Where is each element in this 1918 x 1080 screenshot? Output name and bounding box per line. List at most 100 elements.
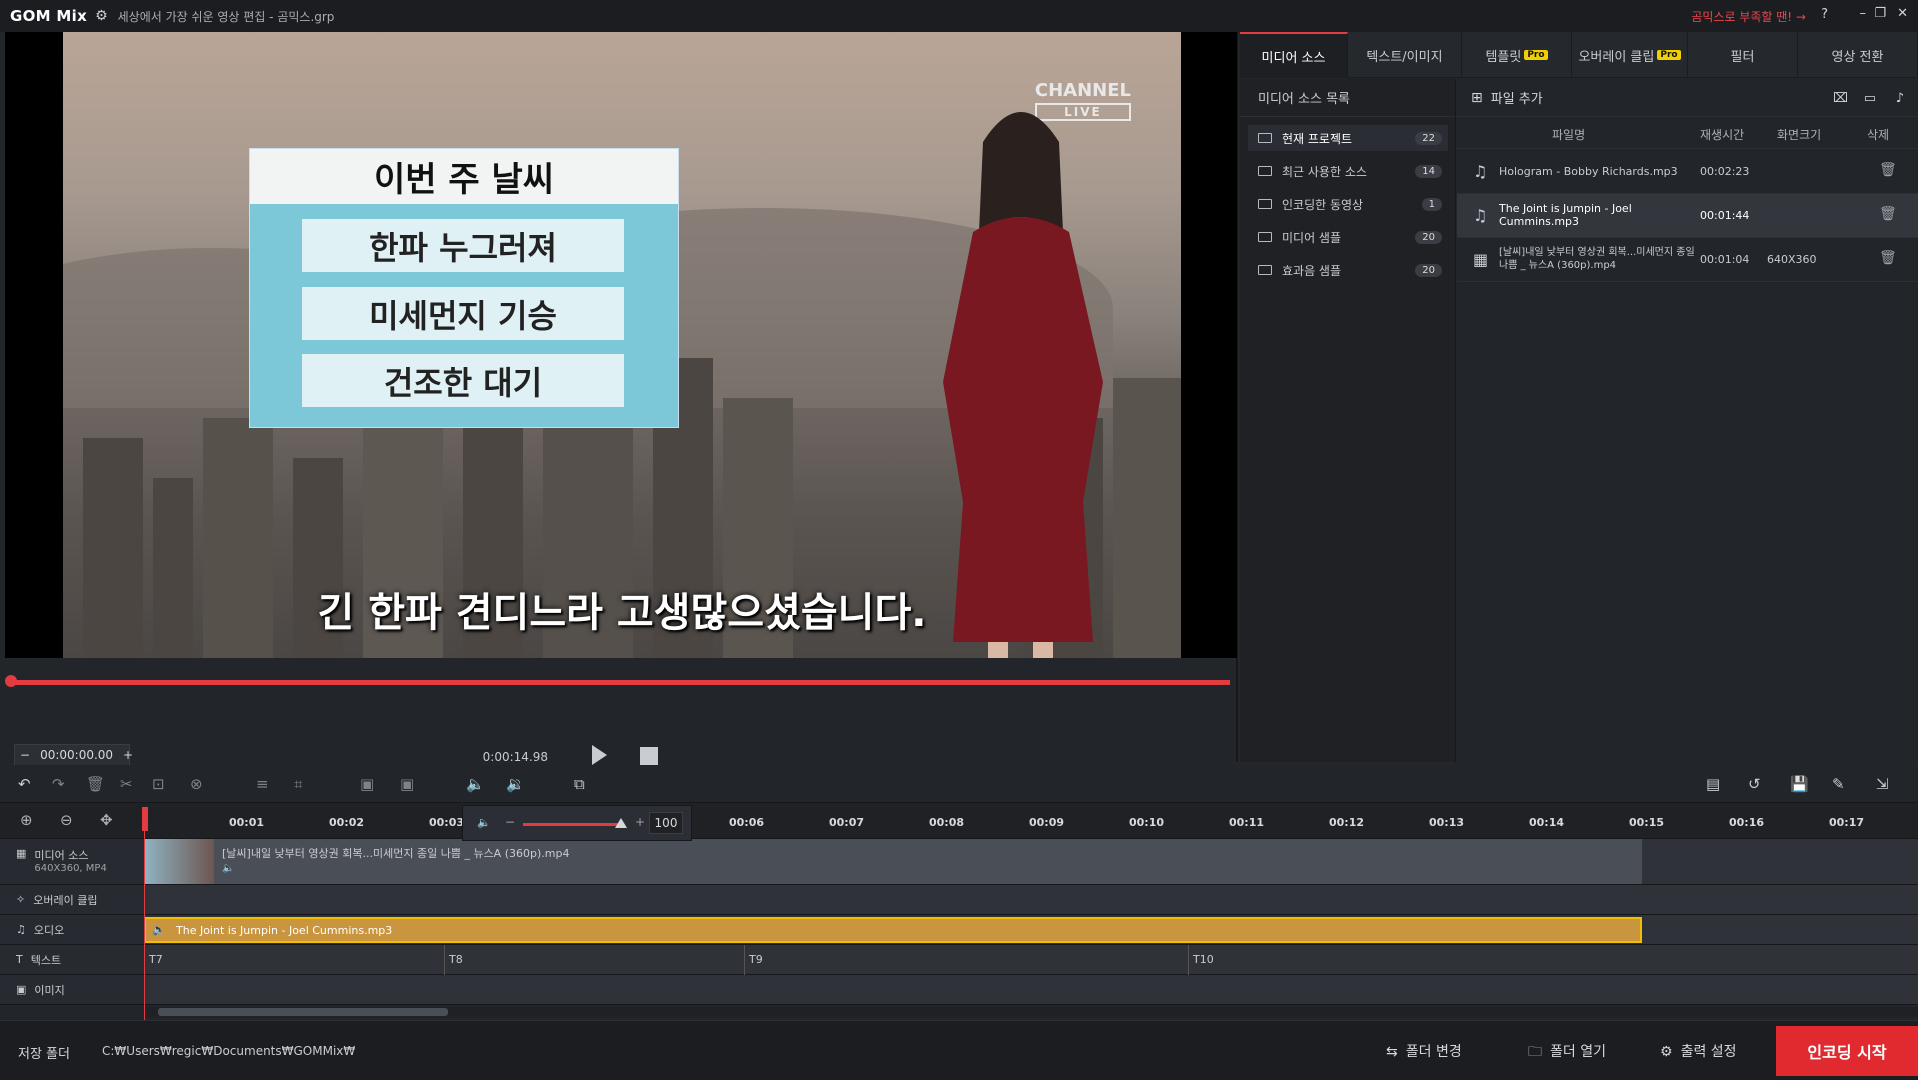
- folder-item[interactable]: 현재 프로젝트 22: [1248, 125, 1448, 151]
- ruler-tick: 00:09: [1029, 816, 1065, 829]
- seek-bar[interactable]: [8, 680, 1230, 685]
- timeline-ruler[interactable]: ⊕ ⊖ ✥ 00:01 00:02 00:03 00:06 00:07 00:0…: [0, 803, 1918, 839]
- video-filter-icon[interactable]: ⌧: [1833, 91, 1848, 106]
- screen-icon[interactable]: ⧉: [574, 775, 585, 793]
- tab-label: 영상 전환: [1831, 49, 1884, 65]
- folder-item[interactable]: 최근 사용한 소스 14: [1248, 158, 1448, 184]
- file-row[interactable]: ♫ The Joint is Jumpin - Joel Cummins.mp3…: [1457, 194, 1918, 238]
- volume-popup[interactable]: 🔈 − + 100: [462, 805, 692, 841]
- minus-icon[interactable]: −: [15, 748, 35, 762]
- tab-media-source[interactable]: 미디어 소스: [1240, 32, 1348, 78]
- output-settings-button[interactable]: ⚙ 출력 설정: [1660, 1041, 1737, 1061]
- weather-graphic: 이번 주 날씨 한파 누그러져 미세먼지 기승 건조한 대기: [249, 148, 679, 428]
- panel-tabs: 미디어 소스 텍스트/이미지 템플릿 Pro 오버레이 클립 Pro 필터 영상 전…: [1240, 32, 1918, 78]
- help-button[interactable]: ?: [1821, 7, 1828, 22]
- track-media[interactable]: [날씨]내일 낮부터 영상권 회복...미세먼지 종일 나쁨 _ 뉴스A (36…: [144, 839, 1918, 885]
- redo-icon[interactable]: ↷: [52, 775, 65, 793]
- image-filter-icon[interactable]: ▭: [1864, 91, 1876, 106]
- volume-icon[interactable]: 🔈: [466, 775, 485, 793]
- promo-link[interactable]: 곰믹스로 부족할 땐! →: [1691, 8, 1806, 25]
- trash-icon[interactable]: 🗑: [1879, 206, 1897, 222]
- undo-icon[interactable]: ↶: [18, 775, 31, 793]
- track-audio[interactable]: 🔈 The Joint is Jumpin - Joel Cummins.mp3: [144, 915, 1918, 945]
- text-clip[interactable]: T10: [1188, 945, 1642, 975]
- file-row[interactable]: ♫ Hologram - Bobby Richards.mp3 00:02:23…: [1457, 150, 1918, 194]
- open-folder-label: 폴더 열기: [1550, 1044, 1606, 1060]
- play-button[interactable]: [592, 745, 607, 765]
- open-folder-button[interactable]: 🗀 폴더 열기: [1528, 1041, 1606, 1065]
- ruler-tick: 00:02: [329, 816, 365, 829]
- track-overlay[interactable]: [144, 885, 1918, 915]
- tab-label: 미디어 소스: [1261, 50, 1326, 66]
- file-row[interactable]: ▦ [날씨]내일 낮부터 영상권 회복...미세먼지 종일 나쁨 _ 뉴스A (…: [1457, 238, 1918, 282]
- minimize-icon[interactable]: –: [1860, 6, 1867, 21]
- link-icon[interactable]: ⊗: [190, 775, 203, 793]
- adjust-icon[interactable]: ≡: [256, 775, 269, 793]
- image-edit-icon[interactable]: ▣: [400, 775, 414, 793]
- plus-icon[interactable]: +: [118, 748, 138, 762]
- timecode-value[interactable]: 00:00:00.00: [35, 748, 118, 762]
- image-icon[interactable]: ▣: [360, 775, 374, 793]
- track-text[interactable]: T7 T8 T9 T10: [144, 945, 1918, 975]
- folder-icon: [1258, 265, 1272, 275]
- stop-button[interactable]: [640, 747, 658, 765]
- volume-handle[interactable]: [615, 818, 627, 828]
- tab-text-image[interactable]: 텍스트/이미지: [1348, 32, 1462, 78]
- close-icon[interactable]: ✕: [1897, 6, 1908, 21]
- text-clip[interactable]: T7: [144, 945, 444, 975]
- ruler-tick: 00:13: [1429, 816, 1465, 829]
- audio-fx-icon[interactable]: 🔉: [506, 775, 525, 793]
- file-list: ⊞ 파일 추가 ⌧ ▭ ♪ 파일명 재생시간 화면크기 삭제 ♫ Hologra…: [1457, 79, 1918, 762]
- timecode-stepper[interactable]: − 00:00:00.00 +: [14, 744, 133, 766]
- track-header-image: ▣ 이미지: [0, 975, 144, 1005]
- edit-project-icon[interactable]: ✎: [1832, 775, 1845, 793]
- total-duration: 0:00:14.98: [482, 750, 548, 764]
- video-clip[interactable]: [날씨]내일 낮부터 영상권 회복...미세먼지 종일 나쁨 _ 뉴스A (36…: [144, 839, 1642, 884]
- tab-filter[interactable]: 필터: [1688, 32, 1798, 78]
- audio-filter-icon[interactable]: ♪: [1896, 91, 1904, 106]
- zoom-in-icon[interactable]: ⊕: [20, 811, 33, 829]
- crop-icon[interactable]: ⌗: [294, 775, 302, 793]
- folder-item[interactable]: 미디어 샘플 20: [1248, 224, 1448, 250]
- volume-slider[interactable]: [523, 823, 623, 826]
- clip-label: The Joint is Jumpin - Joel Cummins.mp3: [176, 923, 393, 937]
- trash-icon[interactable]: 🗑: [1879, 162, 1897, 178]
- tab-transition[interactable]: 영상 전환: [1798, 32, 1918, 78]
- add-file-button[interactable]: ⊞ 파일 추가 ⌧ ▭ ♪: [1457, 79, 1918, 117]
- zoom-out-icon[interactable]: ⊖: [60, 811, 73, 829]
- trash-icon[interactable]: 🗑: [1879, 250, 1897, 266]
- image-icon: ▣: [16, 983, 27, 996]
- export-project-icon[interactable]: ⇲: [1876, 775, 1889, 793]
- tab-template[interactable]: 템플릿 Pro: [1462, 32, 1572, 78]
- new-project-icon[interactable]: ▤: [1706, 775, 1720, 793]
- cut-icon[interactable]: ✂: [120, 775, 133, 793]
- volume-value[interactable]: 100: [649, 812, 683, 834]
- seek-handle[interactable]: [5, 675, 17, 687]
- gear-icon[interactable]: ⚙: [95, 8, 108, 24]
- encode-start-button[interactable]: 인코딩 시작: [1776, 1026, 1918, 1076]
- restore-icon[interactable]: ❐: [1874, 6, 1886, 21]
- open-project-icon[interactable]: ↺: [1748, 775, 1761, 793]
- folder-item[interactable]: 인코딩한 동영상 1: [1248, 191, 1448, 217]
- folder-icon: [1258, 232, 1272, 242]
- volume-minus-icon[interactable]: −: [505, 815, 515, 829]
- video-preview[interactable]: 이번 주 날씨 한파 누그러져 미세먼지 기승 건조한 대기 CHANNEL L…: [5, 32, 1237, 658]
- timeline-toolbar: ↶ ↷ 🗑 ✂ ⊡ ⊗ ≡ ⌗ ▣ ▣ 🔈 🔉 ⧉ ▤ ↺ 💾 ✎ ⇲: [0, 765, 1918, 803]
- delete-icon[interactable]: 🗑: [86, 775, 105, 793]
- audio-clip[interactable]: 🔈 The Joint is Jumpin - Joel Cummins.mp3: [144, 917, 1642, 943]
- track-image[interactable]: [144, 975, 1918, 1005]
- volume-plus-icon[interactable]: +: [635, 815, 645, 829]
- horizontal-scrollbar[interactable]: [144, 1007, 1918, 1017]
- text-clip[interactable]: T9: [744, 945, 1188, 975]
- file-list-header: 파일명 재생시간 화면크기 삭제: [1457, 117, 1918, 149]
- playhead[interactable]: [142, 807, 148, 831]
- change-folder-button[interactable]: ⇆ 폴더 변경: [1386, 1041, 1462, 1061]
- split-icon[interactable]: ⊡: [152, 775, 165, 793]
- scrollbar-thumb[interactable]: [158, 1008, 448, 1016]
- fit-icon[interactable]: ✥: [100, 811, 113, 829]
- folder-label: 현재 프로젝트: [1282, 131, 1353, 146]
- text-clip[interactable]: T8: [444, 945, 744, 975]
- folder-item[interactable]: 효과음 샘플 20: [1248, 257, 1448, 283]
- save-project-icon[interactable]: 💾: [1790, 775, 1809, 793]
- tab-overlay-clip[interactable]: 오버레이 클립 Pro: [1572, 32, 1688, 78]
